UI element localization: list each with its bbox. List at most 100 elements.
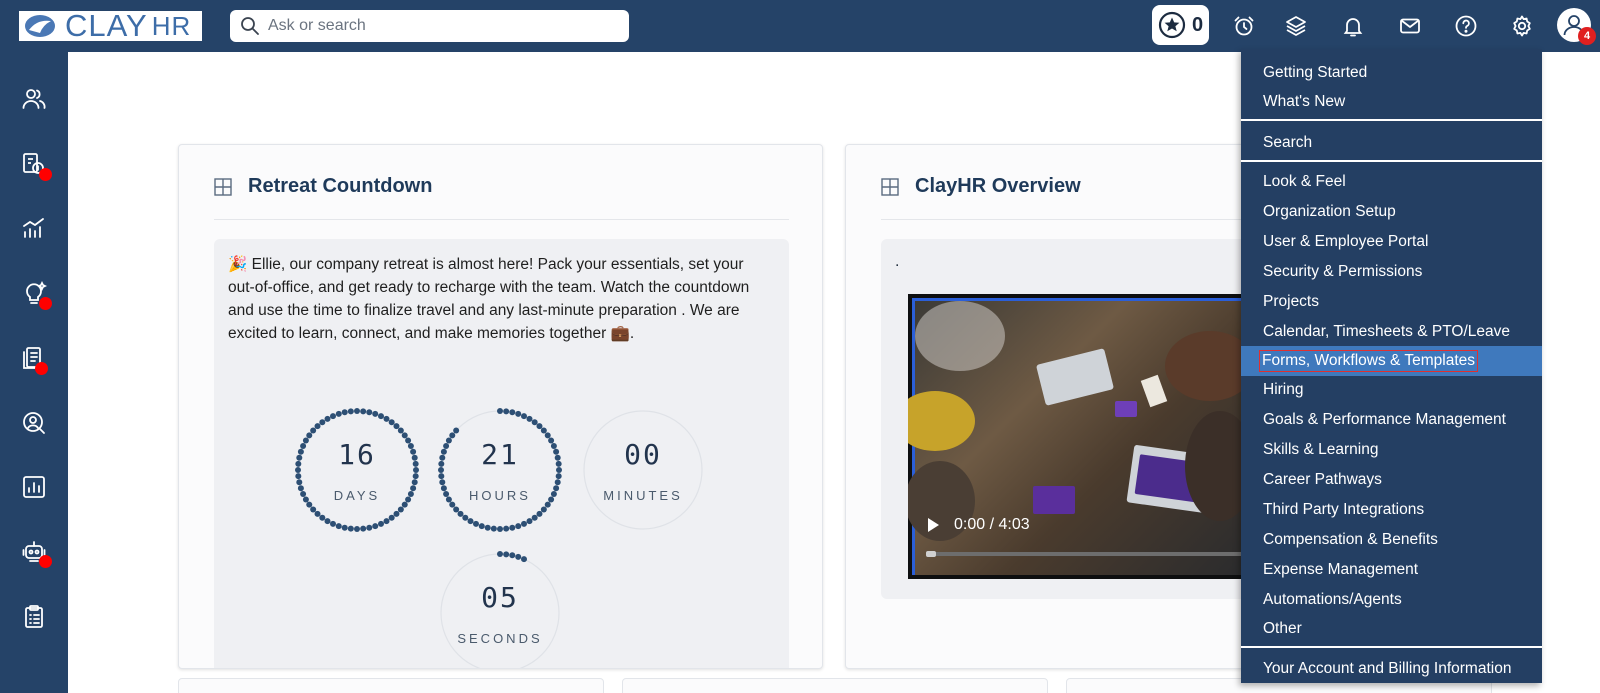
menu-item-compensation-benefits[interactable]: Compensation & Benefits — [1241, 525, 1542, 555]
ring-progress-dot — [521, 413, 527, 420]
ring-progress-dot — [372, 523, 379, 530]
menu-item-career-pathways[interactable]: Career Pathways — [1241, 465, 1542, 495]
ring-progress-dot — [515, 410, 522, 417]
ring-progress-dot — [531, 514, 538, 521]
help-icon[interactable] — [1452, 12, 1480, 40]
search-box[interactable] — [230, 10, 629, 42]
bar-chart-icon[interactable] — [20, 214, 48, 242]
menu-item-automations-agents[interactable]: Automations/Agents — [1241, 585, 1542, 615]
menu-item-label: Other — [1263, 620, 1302, 637]
menu-item-security-permissions[interactable]: Security & Permissions — [1241, 257, 1542, 287]
points-button[interactable]: 0 — [1152, 5, 1209, 45]
sidebar — [0, 52, 68, 693]
message-text: Ellie, our company retreat is almost her… — [228, 256, 750, 342]
thumbnail-shape — [1115, 401, 1137, 417]
menu-item-projects[interactable]: Projects — [1241, 287, 1542, 317]
menu-item-label: Automations/Agents — [1263, 591, 1402, 608]
menu-item-look-feel[interactable]: Look & Feel — [1241, 167, 1542, 197]
menu-divider — [1241, 160, 1542, 162]
menu-item-account-billing[interactable]: Your Account and Billing Information — [1241, 654, 1542, 684]
sidebar-alert-dot — [39, 555, 52, 568]
menu-divider — [1241, 646, 1542, 648]
ring-progress-dot — [412, 473, 419, 480]
ring-progress-dot — [515, 553, 522, 560]
ring-progress-dot — [515, 523, 522, 530]
logo-mark-icon — [25, 15, 55, 37]
menu-item-third-party-integrations[interactable]: Third Party Integrations — [1241, 495, 1542, 525]
video-progress-handle[interactable] — [926, 551, 936, 557]
menu-item-organization-setup[interactable]: Organization Setup — [1241, 197, 1542, 227]
ring-progress-dot — [509, 552, 516, 559]
ring-progress-dot — [347, 408, 354, 415]
video-progress-bar[interactable] — [926, 551, 1246, 557]
ring-progress-dot — [393, 423, 400, 430]
ring-progress-dot — [473, 520, 479, 527]
ring-progress-dot — [378, 520, 384, 527]
menu-item-search[interactable]: Search — [1241, 128, 1542, 158]
ring-progress-dot — [330, 413, 336, 420]
ring-progress-dot — [554, 479, 561, 486]
menu-item-hiring[interactable]: Hiring — [1241, 375, 1542, 405]
gear-icon[interactable] — [1508, 12, 1536, 40]
clipboard-icon[interactable] — [20, 603, 48, 631]
ring-progress-dot — [324, 518, 331, 525]
ring-progress-dot — [497, 551, 503, 557]
menu-item-user-employee-portal[interactable]: User & Employee Portal — [1241, 227, 1542, 257]
ring-progress-dot — [453, 506, 460, 513]
menu-item-calendar-timesheets[interactable]: Calendar, Timesheets & PTO/Leave — [1241, 317, 1542, 347]
countdown-label: DAYS — [333, 488, 381, 503]
mail-icon[interactable] — [1396, 12, 1424, 40]
countdown-label: MINUTES — [603, 488, 683, 503]
people-icon[interactable] — [20, 85, 48, 113]
menu-divider — [1241, 119, 1542, 121]
card-peek — [622, 678, 1048, 693]
ring-progress-dot — [521, 556, 527, 563]
ring-progress-dot — [330, 520, 336, 527]
search-input[interactable] — [268, 17, 608, 35]
menu-item-skills-learning[interactable]: Skills & Learning — [1241, 435, 1542, 465]
ring-progress-dot — [503, 525, 510, 532]
ring-progress-dot — [453, 427, 460, 434]
ring-progress-dot — [497, 526, 503, 532]
layers-icon[interactable] — [1282, 12, 1310, 40]
ring-progress-dot — [397, 427, 404, 434]
clayhr-logo[interactable]: CLAY HR — [19, 8, 202, 43]
menu-item-label: Skills & Learning — [1263, 441, 1379, 458]
countdown-value: 21 — [481, 438, 519, 471]
ring-progress-dot — [555, 473, 562, 480]
grid-icon[interactable] — [214, 177, 232, 196]
logo-text: CLAY — [65, 8, 148, 43]
thumbnail-shape — [1033, 486, 1075, 514]
alarm-clock-icon[interactable] — [1230, 12, 1258, 40]
ring-progress-dot — [388, 514, 395, 521]
ring-progress-dot — [360, 408, 367, 415]
ring-progress-dot — [366, 524, 373, 531]
grid-icon[interactable] — [881, 177, 899, 196]
search-icon — [241, 17, 259, 35]
menu-item-expense-management[interactable]: Expense Management — [1241, 555, 1542, 585]
ring-progress-dot — [319, 514, 326, 521]
user-search-icon[interactable] — [20, 409, 48, 437]
report-icon[interactable] — [20, 473, 48, 501]
countdown-seconds: 05 SECONDS — [438, 551, 562, 668]
play-icon[interactable] — [926, 517, 940, 533]
menu-item-getting-started[interactable]: Getting Started — [1241, 58, 1542, 88]
video-player[interactable]: 0:00 / 4:03 — [908, 294, 1248, 579]
menu-item-forms-workflows-templates[interactable]: Forms, Workflows & Templates — [1241, 346, 1542, 376]
settings-menu: Getting Started What's New Search Look &… — [1241, 49, 1542, 683]
countdown-value: 00 — [624, 438, 662, 471]
ring-progress-dot — [497, 408, 503, 414]
menu-item-label: Your Account and Billing Information — [1263, 660, 1512, 677]
menu-item-other[interactable]: Other — [1241, 614, 1542, 644]
ring-progress-dot — [372, 410, 379, 417]
menu-item-whats-new[interactable]: What's New — [1241, 87, 1542, 117]
bell-icon[interactable] — [1339, 12, 1367, 40]
video-controls: 0:00 / 4:03 — [926, 516, 1030, 534]
card-header: Retreat Countdown — [214, 175, 432, 198]
card-body: 🎉 Ellie, our company retreat is almost h… — [214, 239, 789, 668]
menu-item-label: Security & Permissions — [1263, 263, 1423, 280]
ring-progress-dot — [314, 510, 321, 517]
menu-item-goals-performance[interactable]: Goals & Performance Management — [1241, 405, 1542, 435]
ring-progress-dot — [490, 525, 497, 532]
ring-progress-dot — [310, 427, 317, 434]
